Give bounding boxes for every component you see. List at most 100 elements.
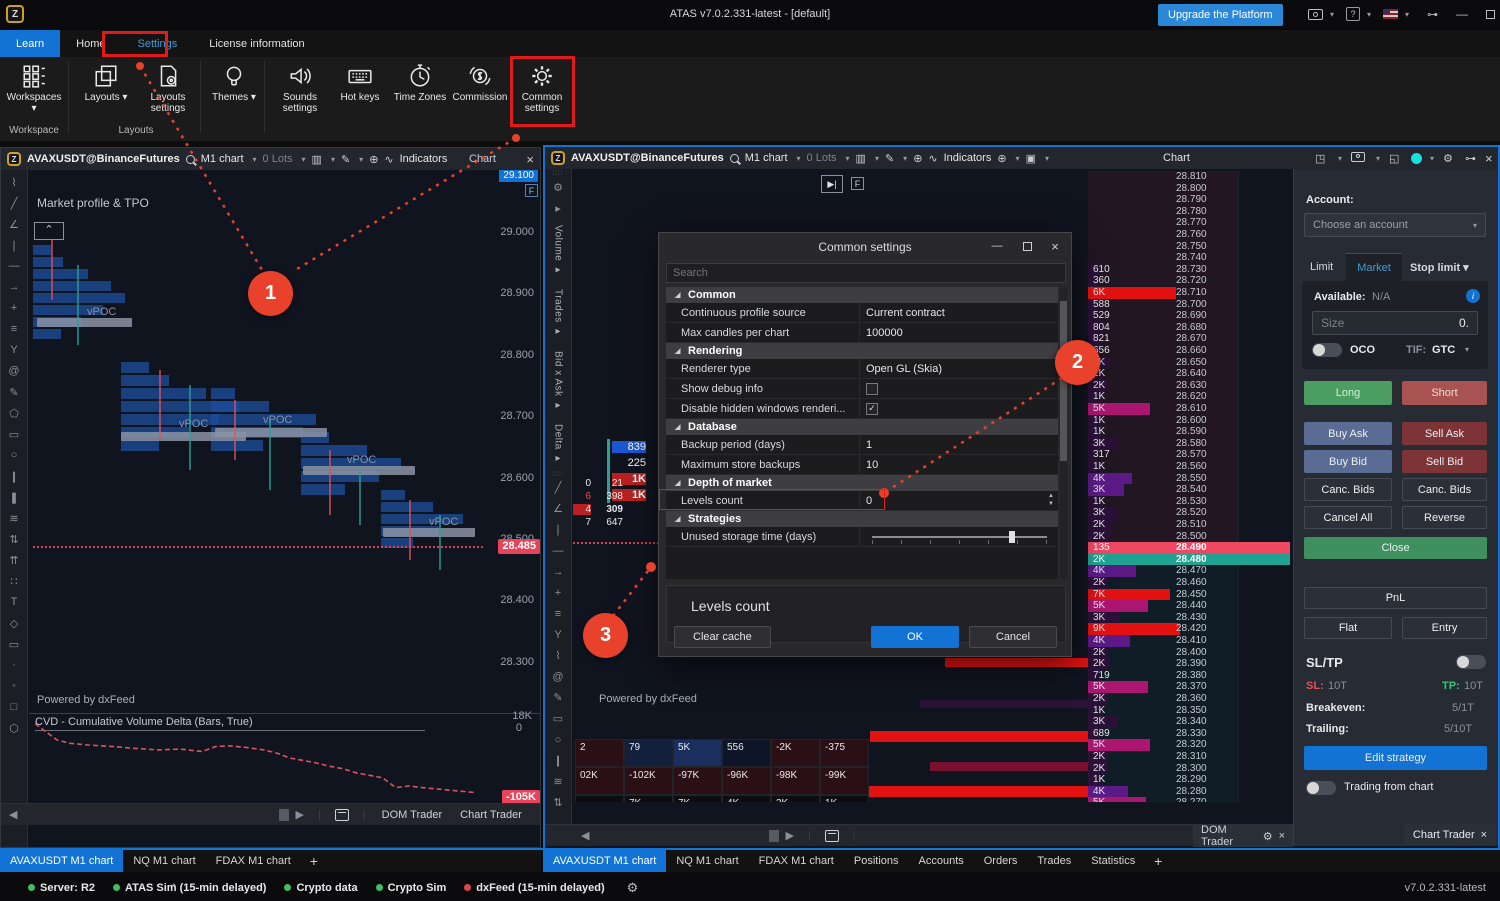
ladder-row[interactable]: 80428.680 bbox=[1088, 322, 1290, 334]
ladder-price-cell[interactable]: 28.660 bbox=[1176, 345, 1238, 357]
menu-tab-learn[interactable]: Learn bbox=[0, 30, 60, 57]
ladder-orders-cell[interactable] bbox=[1238, 693, 1290, 705]
ladder-price-cell[interactable]: 28.480 bbox=[1176, 554, 1238, 566]
sounds-settings-button[interactable]: Sounds settings bbox=[270, 60, 330, 122]
status-item[interactable]: Crypto data bbox=[284, 882, 357, 894]
ladder-price-cell[interactable]: 28.310 bbox=[1176, 751, 1238, 763]
setting-value[interactable]: ✓ bbox=[859, 399, 1058, 418]
ladder-orders-cell[interactable] bbox=[1238, 577, 1290, 589]
ladder-orders-cell[interactable] bbox=[1238, 299, 1290, 311]
layouts-settings-button[interactable]: Layouts settings bbox=[138, 60, 198, 122]
help-icon[interactable]: ? bbox=[1346, 7, 1360, 21]
drawing-tool-icon[interactable]: ⬠ bbox=[3, 403, 25, 423]
ladder-orders-cell[interactable] bbox=[1238, 357, 1290, 369]
ladder-orders-cell[interactable] bbox=[1238, 275, 1290, 287]
ladder-orders-cell[interactable] bbox=[1238, 496, 1290, 508]
ladder-orders-cell[interactable] bbox=[1238, 681, 1290, 693]
themes-button[interactable]: Themes ▾ bbox=[204, 60, 264, 122]
ladder-orders-cell[interactable] bbox=[1238, 531, 1290, 543]
workspace-tab-3[interactable]: FDAX M1 chart bbox=[749, 850, 844, 872]
order-tab-limit[interactable]: Limit bbox=[1310, 261, 1333, 273]
drawing-tool-icon[interactable]: ⇈ bbox=[3, 550, 25, 570]
ladder-row[interactable]: 28.800 bbox=[1088, 183, 1290, 195]
ladder-volume-cell[interactable]: 1K bbox=[1088, 368, 1176, 380]
ladder-orders-cell[interactable] bbox=[1238, 484, 1290, 496]
size-input[interactable]: Size0. bbox=[1312, 311, 1478, 335]
ladder-price-cell[interactable]: 28.630 bbox=[1176, 380, 1238, 392]
ladder-orders-cell[interactable] bbox=[1238, 264, 1290, 276]
pencil-caret[interactable]: ▾ bbox=[359, 155, 363, 164]
lots-selector[interactable]: 0 Lots bbox=[263, 153, 293, 165]
setting-value[interactable] bbox=[859, 527, 1058, 546]
canc-bids-button[interactable]: Canc. Bids bbox=[1402, 478, 1487, 501]
ladder-price-cell[interactable]: 28.790 bbox=[1176, 194, 1238, 206]
ladder-orders-cell[interactable] bbox=[1238, 635, 1290, 647]
drawing-tool-icon[interactable]: @ bbox=[547, 667, 569, 687]
ladder-volume-cell[interactable]: 2K bbox=[1088, 519, 1176, 531]
collapse-icon[interactable]: ◳ bbox=[1315, 152, 1325, 165]
ladder-price-cell[interactable]: 28.770 bbox=[1176, 217, 1238, 229]
ladder-volume-cell[interactable]: 4K bbox=[1088, 786, 1176, 798]
drawing-tool-icon[interactable]: ○ bbox=[547, 730, 569, 750]
dialog-minimize-icon[interactable]: — bbox=[985, 237, 1009, 255]
ladder-row[interactable]: 1K28.600 bbox=[1088, 415, 1290, 427]
ladder-orders-cell[interactable] bbox=[1238, 322, 1290, 334]
drawing-tool-icon[interactable]: ❘ bbox=[547, 520, 569, 540]
ladder-row[interactable]: 4K28.280 bbox=[1088, 786, 1290, 798]
short-button[interactable]: Short bbox=[1402, 381, 1487, 405]
ladder-volume-cell[interactable] bbox=[1088, 241, 1176, 253]
ladder-row[interactable]: 58828.700 bbox=[1088, 299, 1290, 311]
ladder-price-cell[interactable]: 28.290 bbox=[1176, 774, 1238, 786]
drawing-tool-icon[interactable]: ⌇ bbox=[3, 172, 25, 192]
search-icon[interactable] bbox=[730, 154, 739, 163]
add-tab-button[interactable]: + bbox=[1145, 850, 1171, 872]
ladder-row[interactable]: 28.760 bbox=[1088, 229, 1290, 241]
ladder-orders-cell[interactable] bbox=[1238, 461, 1290, 473]
ladder-volume-cell[interactable]: 5K bbox=[1088, 681, 1176, 693]
ladder-row[interactable]: 28.780 bbox=[1088, 206, 1290, 218]
ladder-orders-cell[interactable] bbox=[1238, 438, 1290, 450]
ladder-price-cell[interactable]: 28.360 bbox=[1176, 693, 1238, 705]
timeframe-selector[interactable]: M1 chart bbox=[201, 153, 244, 165]
drawing-tool-icon[interactable]: → bbox=[3, 277, 25, 297]
symbol-label[interactable]: AVAXUSDT@BinanceFutures bbox=[571, 152, 724, 164]
status-item[interactable]: dxFeed (15-min delayed) bbox=[464, 882, 604, 894]
symbol-label[interactable]: AVAXUSDT@BinanceFutures bbox=[27, 153, 180, 165]
ladder-row[interactable]: 2K28.510 bbox=[1088, 519, 1290, 531]
pin-icon[interactable]: ⊶ bbox=[1465, 152, 1476, 165]
ladder-price-cell[interactable]: 28.450 bbox=[1176, 589, 1238, 601]
chart-trader-tab[interactable]: Chart Trader× bbox=[1404, 824, 1496, 845]
ladder-price-cell[interactable]: 28.610 bbox=[1176, 403, 1238, 415]
help-dropdown-caret[interactable]: ▾ bbox=[1367, 10, 1371, 19]
ladder-orders-cell[interactable] bbox=[1238, 368, 1290, 380]
ladder-price-cell[interactable]: 28.380 bbox=[1176, 670, 1238, 682]
ladder-volume-cell[interactable]: 4K bbox=[1088, 565, 1176, 577]
ladder-row[interactable]: 28.790 bbox=[1088, 194, 1290, 206]
ladder-volume-cell[interactable]: 4K bbox=[1088, 473, 1176, 485]
ladder-orders-cell[interactable] bbox=[1238, 345, 1290, 357]
gear-icon[interactable]: ⚙ bbox=[1263, 830, 1273, 843]
ladder-orders-cell[interactable] bbox=[1238, 217, 1290, 229]
ladder-row[interactable]: 1K28.620 bbox=[1088, 391, 1290, 403]
ladder-price-cell[interactable]: 28.810 bbox=[1176, 171, 1238, 183]
ladder-price-cell[interactable]: 28.390 bbox=[1176, 658, 1238, 670]
ladder-price-cell[interactable]: 28.440 bbox=[1176, 600, 1238, 612]
commission-button[interactable]: Commission bbox=[450, 60, 510, 122]
ladder-row[interactable]: 2K28.400 bbox=[1088, 647, 1290, 659]
order-tab-stop-limit[interactable]: Stop limit ▾ bbox=[1410, 261, 1469, 274]
ladder-price-cell[interactable]: 28.690 bbox=[1176, 310, 1238, 322]
ladder-volume-cell[interactable]: 5K bbox=[1088, 739, 1176, 751]
lots-caret[interactable]: ▾ bbox=[302, 155, 306, 164]
drawing-tool-icon[interactable]: ╱ bbox=[547, 478, 569, 498]
monitor-caret[interactable]: ▾ bbox=[331, 155, 335, 164]
minimize-icon[interactable]: — bbox=[1456, 7, 1468, 21]
monitor-icon[interactable]: ▥ bbox=[312, 153, 322, 166]
ladder-row[interactable]: 4K28.550 bbox=[1088, 473, 1290, 485]
close-icon[interactable]: × bbox=[1279, 830, 1285, 842]
ladder-row[interactable]: 2K28.630 bbox=[1088, 380, 1290, 392]
language-flag-icon[interactable] bbox=[1383, 9, 1398, 19]
language-dropdown-caret[interactable]: ▾ bbox=[1405, 10, 1409, 19]
indicators-chart-icon[interactable]: ∿ bbox=[384, 153, 393, 166]
ladder-row[interactable]: 2K28.310 bbox=[1088, 751, 1290, 763]
ladder-row[interactable]: 5K28.440 bbox=[1088, 600, 1290, 612]
